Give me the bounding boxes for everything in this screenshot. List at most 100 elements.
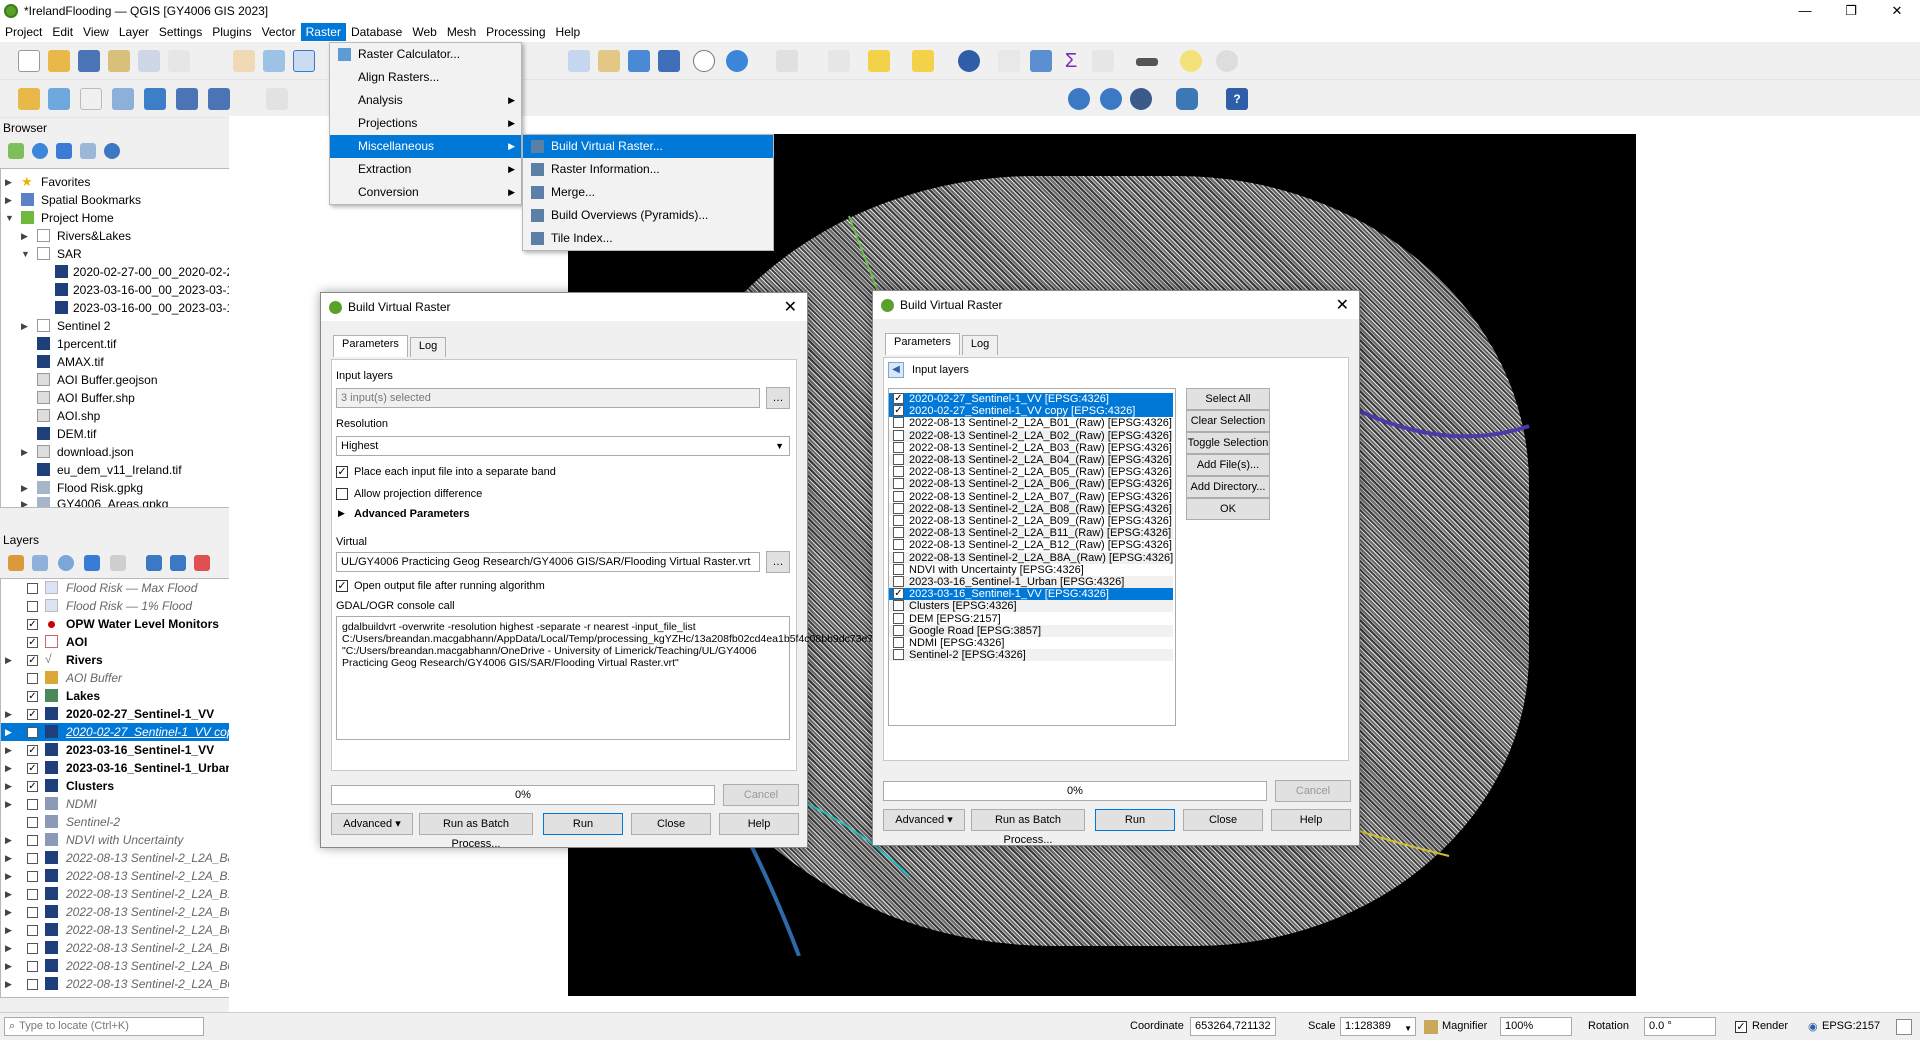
layer-item[interactable]: ▶ ✓ 2023-03-16_Sentinel-1_VV [1,741,243,759]
layer-checkbox[interactable] [893,478,904,490]
virtual-output-field[interactable]: UL/GY4006 Practicing Geog Research/GY400… [336,552,760,572]
menu-web[interactable]: Web [407,23,441,41]
gdal-console-textarea[interactable]: gdalbuildvrt -overwrite -resolution high… [336,616,969,740]
python-console-icon[interactable] [1176,88,1198,110]
browser-item[interactable]: ▶ Rivers&Lakes [1,227,241,245]
layer-item[interactable]: Flood Risk — Max Flood [1,579,243,597]
select-all-button[interactable]: Select All [1186,388,1270,410]
layer-list-item[interactable]: Google Road [EPSG:3857] [889,624,1173,637]
menu-item-build-overviews[interactable]: Build Overviews (Pyramids)... [523,204,773,227]
menu-item-raster-information[interactable]: Raster Information... [523,158,773,181]
layer-checkbox[interactable] [893,539,904,551]
menu-item-miscellaneous[interactable]: Miscellaneous ▶ [330,135,521,158]
pan-to-selection-icon[interactable] [263,50,285,72]
layer-item[interactable]: Sentinel-2 [1,813,243,831]
menu-settings[interactable]: Settings [154,23,207,41]
layer-list-item[interactable]: ✓ 2020-02-27_Sentinel-1_VV [EPSG:4326] [889,393,1173,405]
dialog2-run-button[interactable]: Run [1095,809,1175,831]
select-by-location-icon[interactable] [912,50,934,72]
layer-item[interactable]: ▶ ✓ 2023-03-16_Sentinel-1_Urban [1,759,243,777]
dialog2-tab-parameters[interactable]: Parameters [885,333,960,355]
ok-button[interactable]: OK [1186,498,1270,520]
menu-layer[interactable]: Layer [114,23,154,41]
select-features-icon[interactable] [776,50,798,72]
lock-scale-icon[interactable] [1424,1020,1438,1034]
layer-list-item[interactable]: ✓ 2020-02-27_Sentinel-1_VV copy [EPSG:432… [889,405,1173,418]
layer-item[interactable]: ▶ 2022-08-13 Sentinel-2_L2A_B05 [1,975,243,993]
georeferencer-icon[interactable] [1068,88,1090,110]
dialog2-close-icon[interactable]: ✕ [1336,295,1349,315]
dialog2-batch-button[interactable]: Run as Batch Process... [971,809,1085,846]
layer-list-item[interactable]: 2022-08-13 Sentinel-2_L2A_B02_(Raw) [EPS… [889,429,1173,442]
attribute-table-icon[interactable] [828,50,850,72]
zoom-selection-icon[interactable] [598,50,620,72]
layer-checkbox[interactable] [893,649,904,661]
browser-item[interactable]: AOI Buffer.shp [1,389,241,407]
globe-icon[interactable] [1130,88,1152,110]
add-wfs-icon[interactable] [208,88,230,110]
browser-item[interactable]: ▼ Project Home [1,209,241,227]
statistics-sigma-icon[interactable]: Σ [1060,50,1082,72]
layer-checkbox[interactable] [893,600,904,612]
maximize-button[interactable]: ❐ [1828,0,1874,22]
add-virtual-layer-icon[interactable] [144,88,166,110]
open-project-icon[interactable] [48,50,70,72]
add-wms-icon[interactable] [176,88,198,110]
allow-projection-checkbox[interactable] [336,488,348,500]
layer-item[interactable]: ▶ 2022-08-13 Sentinel-2_L2A_B06 [1,957,243,975]
dialog1-tab-parameters[interactable]: Parameters [333,335,408,357]
add-files-button[interactable]: Add File(s)... [1186,454,1270,476]
layer-checkbox[interactable] [893,527,904,539]
menu-plugins[interactable]: Plugins [207,23,256,41]
add-group-icon[interactable] [32,555,48,571]
close-window-button[interactable]: ✕ [1874,0,1920,22]
filter-expression-icon[interactable] [110,555,126,571]
menu-item-projections[interactable]: Projections ▶ [330,112,521,135]
help-icon[interactable]: ? [1226,88,1248,110]
layer-list-item[interactable]: Clusters [EPSG:4326] [889,600,1173,613]
browser-item[interactable]: 1percent.tif [1,335,241,353]
browser-item[interactable]: ▶ download.json [1,443,241,461]
layer-checkbox[interactable] [893,454,904,465]
browser-item[interactable]: eu_dem_v11_Ireland.tif [1,461,241,479]
style-manager-icon[interactable] [168,50,190,72]
new-print-layout-icon[interactable] [108,50,130,72]
collapse-all-layers-icon[interactable] [170,555,186,571]
new-map-view-icon[interactable] [628,50,650,72]
layer-list-item[interactable]: 2022-08-13 Sentinel-2_L2A_B12_(Raw) [EPS… [889,539,1173,551]
coordinate-field[interactable]: 653264,721132 [1190,1017,1276,1036]
layer-item[interactable]: ▶ 2022-08-13 Sentinel-2_L2A_B12 [1,867,243,885]
separate-band-checkbox[interactable]: ✓ [336,466,348,478]
layer-checkbox[interactable] [893,502,904,514]
browser-item[interactable]: ▶ Sentinel 2 [1,317,241,335]
expand-all-icon[interactable] [146,555,162,571]
layer-item[interactable]: ▶ 2022-08-13 Sentinel-2_L2A_B07 [1,939,243,957]
browser-item[interactable]: ▶ GY4006_Areas.gpkg [1,495,241,507]
layer-item[interactable]: ▶ 2022-08-13 Sentinel-2_L2A_B09 [1,903,243,921]
back-arrow-icon[interactable]: ◀ [888,362,904,378]
minimize-button[interactable]: — [1782,0,1828,22]
layer-item-selected[interactable]: ▶ 2020-02-27_Sentinel-1_VV copy [1,723,243,741]
dialog1-cancel-button[interactable]: Cancel [723,784,799,806]
refresh-icon[interactable] [726,50,748,72]
layer-list-item[interactable]: NDVI with Uncertainty [EPSG:4326] [889,563,1173,576]
dialog1-help-button[interactable]: Help [719,813,799,835]
layer-checkbox[interactable] [893,551,904,563]
identify-icon[interactable] [958,50,980,72]
locator-search-input[interactable]: ⌕ Type to locate (Ctrl+K) [4,1017,204,1036]
add-directory-button[interactable]: Add Directory... [1186,476,1270,498]
dialog2-cancel-button[interactable]: Cancel [1275,780,1351,802]
layer-list-item[interactable]: 2022-08-13 Sentinel-2_L2A_B03_(Raw) [EPS… [889,441,1173,454]
layer-item[interactable]: ▶ ✓ Clusters [1,777,243,795]
refresh-browser-icon[interactable] [32,143,48,159]
menu-mesh[interactable]: Mesh [442,23,481,41]
add-spatialite-icon[interactable] [112,88,134,110]
map-tips-icon[interactable] [1092,50,1114,72]
layer-list-item[interactable]: 2022-08-13 Sentinel-2_L2A_B07_(Raw) [EPS… [889,490,1173,503]
menu-raster[interactable]: Raster [300,23,346,41]
layer-item[interactable]: ▶ 2022-08-13 Sentinel-2_L2A_B08 [1,921,243,939]
dialog1-advanced-button[interactable]: Advanced ▾ [331,813,413,835]
open-output-checkbox[interactable]: ✓ [336,580,348,592]
layer-item[interactable]: AOI Buffer [1,669,243,687]
expand-arrow-icon[interactable]: ▶ [338,508,345,519]
